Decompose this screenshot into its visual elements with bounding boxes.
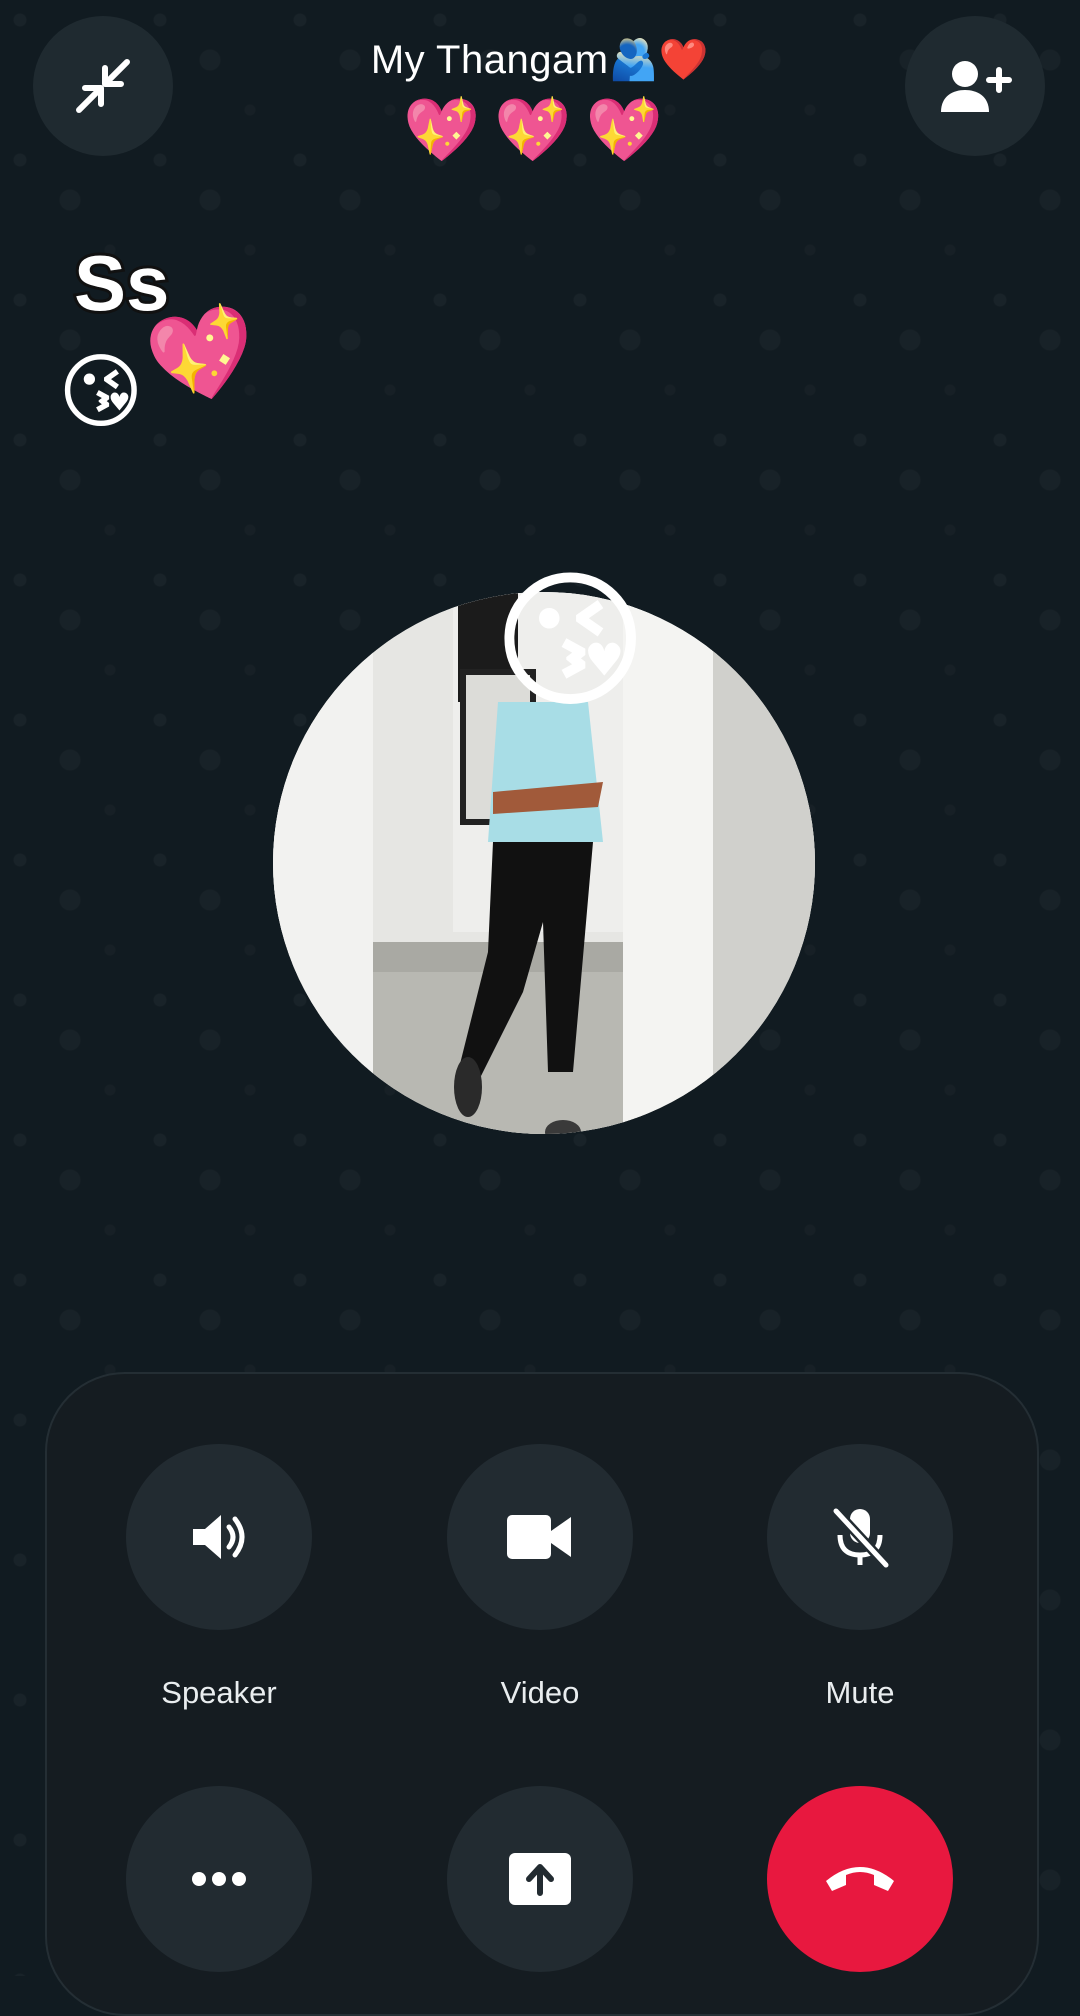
speaker-icon [193,1515,245,1559]
add-person-icon [941,61,1012,112]
video-label: Video [500,1675,580,1710]
share-screen-icon [509,1853,571,1905]
mute-label: Mute [825,1675,895,1710]
share-screen-button[interactable] [447,1786,633,1972]
more-options-button[interactable] [126,1786,312,1972]
video-button[interactable] [447,1444,633,1630]
speaker-label: Speaker [161,1675,277,1710]
face-cover-emoji: 😘 [492,557,649,725]
more-icon [192,1872,246,1886]
kiss-emoji-sticker: 😘 [58,347,144,438]
add-participant-button[interactable] [905,16,1045,156]
mute-button[interactable] [767,1444,953,1630]
mic-off-icon [832,1507,890,1569]
end-call-button[interactable] [767,1786,953,1972]
video-icon [507,1515,571,1559]
end-call-icon [826,1867,894,1891]
speaker-button[interactable] [126,1444,312,1630]
